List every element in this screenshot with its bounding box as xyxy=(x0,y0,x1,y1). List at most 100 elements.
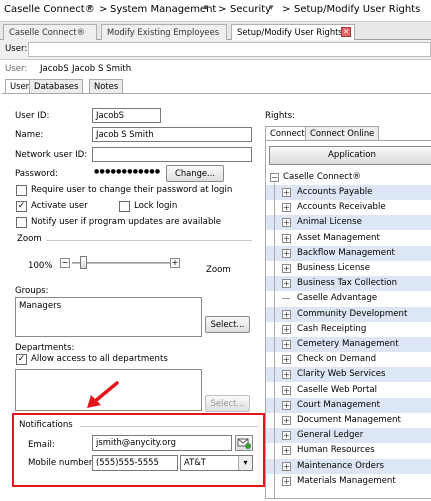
rights-tree-item-label: Business Tax Collection xyxy=(297,278,398,289)
rights-tree-item[interactable]: + Cash Receipting xyxy=(266,322,431,337)
change-password-button[interactable]: Change... xyxy=(166,165,224,182)
rights-tree-item[interactable]: + Materials Management xyxy=(266,474,431,489)
doc-tab[interactable]: Modify Existing Employees xyxy=(101,24,227,40)
close-icon[interactable]: ✕ xyxy=(341,27,351,37)
doc-tab[interactable]: Caselle Connect® xyxy=(3,24,97,40)
user-search-row: User: xyxy=(0,40,431,60)
rights-tree-item[interactable]: + Asset Management xyxy=(266,231,431,246)
rights-tree-item[interactable]: + Caselle Web Portal xyxy=(266,383,431,398)
rights-tree-item[interactable]: + Accounts Payable xyxy=(266,185,431,200)
rights-tree-item-label: Cemetery Management xyxy=(297,339,399,349)
dropdown-arrow-icon[interactable]: ▾ xyxy=(204,3,209,13)
breadcrumb: Caselle Connect® ▾ > System Management ▾… xyxy=(0,0,431,22)
breadcrumb-item[interactable]: Caselle Connect® xyxy=(4,4,95,15)
network-user-id-field[interactable] xyxy=(92,147,252,162)
user-id-label: User ID: xyxy=(15,111,50,121)
rights-tree-item[interactable]: + Animal License xyxy=(266,215,431,231)
expand-icon[interactable]: + xyxy=(282,431,291,441)
name-label: Name: xyxy=(15,130,44,140)
zoom-slider-thumb[interactable] xyxy=(80,256,87,269)
network-user-id-label: Network user ID: xyxy=(15,150,88,160)
expand-icon[interactable]: + xyxy=(282,233,291,243)
section-divider xyxy=(46,240,252,241)
rights-tree-item-label: Accounts Payable xyxy=(297,187,373,197)
breadcrumb-item[interactable]: System Management xyxy=(110,4,216,15)
groups-select-button[interactable]: Select... xyxy=(205,316,250,333)
rights-tree-item[interactable]: + Business Tax Collection xyxy=(266,276,431,292)
expand-icon[interactable]: + xyxy=(282,461,291,471)
expand-icon[interactable]: + xyxy=(282,218,291,228)
dropdown-arrow-icon[interactable]: ▾ xyxy=(88,3,93,13)
expand-icon[interactable]: + xyxy=(282,355,291,365)
user-info: User: JacobS Jacob S Smith xyxy=(0,60,431,79)
expand-icon[interactable]: + xyxy=(282,264,291,273)
expand-icon[interactable]: + xyxy=(282,400,291,410)
rights-tree-item[interactable]: + Maintenance Orders xyxy=(266,458,431,474)
groups-list[interactable]: Managers xyxy=(15,297,202,337)
rights-tree-item-label: Caselle Web Portal xyxy=(297,384,377,395)
rights-tree-item-label: Check on Demand xyxy=(297,354,377,365)
rights-tree-item[interactable]: + Community Development xyxy=(266,306,431,322)
rights-tree-item[interactable]: Caselle Advantage xyxy=(266,291,431,306)
departments-label: Departments: xyxy=(15,343,75,353)
tree-root[interactable]: − Caselle Connect® xyxy=(266,170,431,185)
rights-tree-item[interactable]: + Accounts Receivable xyxy=(266,200,431,215)
dropdown-arrow-icon[interactable]: ▾ xyxy=(269,3,274,13)
notify-user-label: Notify user if program updates are avail… xyxy=(31,217,222,227)
zoom-section-label: Zoom xyxy=(17,234,42,244)
tab-connect-online[interactable]: Connect Online xyxy=(305,126,380,140)
tab-databases[interactable]: Databases xyxy=(29,79,84,93)
rights-tree-item-label: Animal License xyxy=(297,217,362,228)
name-field[interactable]: Jacob S Smith xyxy=(92,127,252,142)
rights-tree-item-label: Asset Management xyxy=(297,232,380,243)
rights-tree-panel: Application − Caselle Connect® + Accounts… xyxy=(265,140,431,499)
breadcrumb-separator: > xyxy=(282,4,291,15)
group-item[interactable]: Managers xyxy=(19,301,61,311)
expand-icon[interactable]: + xyxy=(282,370,291,380)
rights-tree-item[interactable]: + Business License xyxy=(266,261,431,276)
breadcrumb-separator: > xyxy=(99,4,108,15)
zoom-in-button[interactable]: + xyxy=(170,258,180,268)
tab-notes[interactable]: Notes xyxy=(89,79,124,93)
lock-login-checkbox[interactable] xyxy=(119,201,130,212)
expand-icon[interactable]: + xyxy=(282,340,291,349)
expand-icon[interactable]: + xyxy=(282,279,291,289)
doc-tab-active[interactable]: Setup/Modify User Rights ✕ xyxy=(231,24,355,40)
rights-tree-item[interactable]: + Backflow Management xyxy=(266,245,431,261)
require-change-checkbox[interactable] xyxy=(16,185,27,196)
expand-icon[interactable]: + xyxy=(282,309,291,319)
rights-tree-item-label: Materials Management xyxy=(297,475,396,486)
breadcrumb-item[interactable]: Security xyxy=(230,4,271,15)
rights-tree-item-label: Business License xyxy=(297,263,371,273)
rights-tree-item[interactable]: + Cemetery Management xyxy=(266,337,431,352)
zoom-out-button[interactable]: − xyxy=(60,258,70,268)
activate-user-checkbox[interactable]: ✓ xyxy=(16,201,27,212)
collapse-icon[interactable]: − xyxy=(270,173,279,182)
rights-tree-item-label: Maintenance Orders xyxy=(297,460,384,471)
expand-icon[interactable]: + xyxy=(282,188,291,197)
rights-tree-item[interactable]: + General Ledger xyxy=(266,428,431,444)
rights-tree-item[interactable]: + Human Resources xyxy=(266,443,431,458)
tree-guide-line xyxy=(274,183,275,498)
rights-tree-item[interactable]: + Court Management xyxy=(266,397,431,413)
rights-tree-item[interactable]: + Document Management xyxy=(266,413,431,428)
expand-icon[interactable]: + xyxy=(282,248,291,258)
expand-icon[interactable]: + xyxy=(282,203,291,213)
expand-icon[interactable]: + xyxy=(282,416,291,425)
rights-tree-item[interactable]: + Check on Demand xyxy=(266,352,431,367)
user-info-label: User: xyxy=(5,64,28,74)
notify-user-checkbox[interactable] xyxy=(16,217,27,228)
expand-icon[interactable]: + xyxy=(282,446,291,456)
expand-icon[interactable]: + xyxy=(282,324,291,334)
expand-icon[interactable]: + xyxy=(282,385,291,395)
tree-root-label: Caselle Connect® xyxy=(283,172,361,182)
user-search-input[interactable] xyxy=(28,42,431,57)
expand-icon[interactable]: + xyxy=(282,476,291,486)
user-id-field[interactable]: JacobS xyxy=(92,108,161,123)
tab-connect[interactable]: Connect xyxy=(265,126,310,141)
allow-all-departments-checkbox[interactable]: ✓ xyxy=(16,354,27,365)
rights-tree-item[interactable]: + Clarity Web Services xyxy=(266,367,431,383)
application-column-header[interactable]: Application xyxy=(269,146,431,165)
require-change-label: Require user to change their password at… xyxy=(31,185,233,195)
zoom-label: Zoom xyxy=(206,265,231,275)
